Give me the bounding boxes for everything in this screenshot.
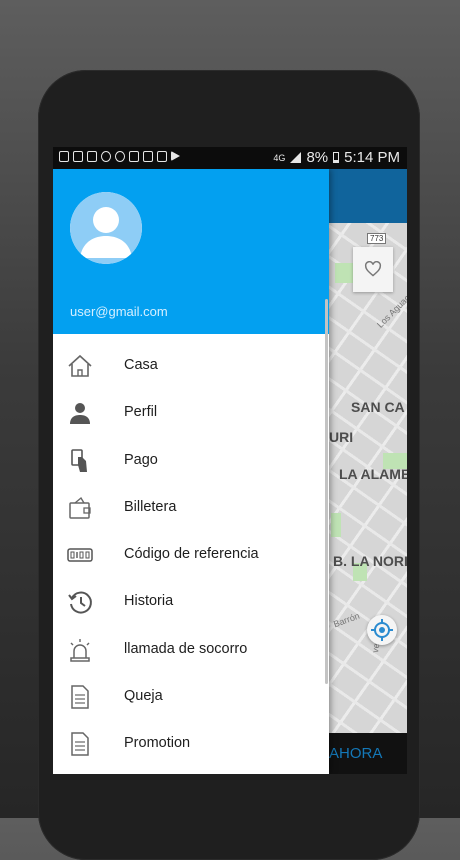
drawer-scrollbar[interactable] — [325, 299, 328, 684]
menu-label: llamada de socorro — [124, 640, 248, 657]
menu-item-promotion[interactable]: Promotion — [53, 720, 329, 767]
navigation-drawer: user@gmail.com Casa Perfil Pago Billeter… — [53, 169, 329, 774]
image-icon — [87, 151, 97, 162]
road-number-badge: 773 — [367, 233, 387, 244]
document-icon — [71, 732, 89, 757]
menu-item-codigo-referencia[interactable]: Código de referencia — [53, 531, 329, 578]
app-icon — [115, 151, 125, 162]
street-label: Barrón — [332, 610, 361, 630]
signal-icon — [290, 152, 302, 163]
menu-label: Promotion — [124, 735, 191, 752]
status-bar: 4G 8% 5:14 PM — [53, 147, 407, 169]
favorite-card[interactable] — [353, 247, 393, 292]
menu-item-llamada-socorro[interactable]: llamada de socorro — [53, 626, 329, 673]
avatar[interactable] — [70, 192, 142, 264]
history-icon — [68, 592, 92, 614]
menu-label: Casa — [124, 357, 158, 373]
gmail-icon — [157, 151, 167, 162]
user-avatar-icon — [70, 192, 142, 264]
my-location-button[interactable] — [367, 615, 397, 645]
person-icon — [70, 403, 90, 425]
notification-icon — [59, 151, 69, 162]
voicemail-icon — [129, 151, 139, 162]
notification-icons — [59, 151, 180, 162]
check-icon — [101, 151, 111, 162]
menu-label: Perfil — [124, 404, 158, 421]
menu-label: Historia — [124, 593, 174, 610]
request-now-button[interactable]: AHORA — [329, 745, 382, 762]
clock: 5:14 PM — [344, 149, 400, 166]
menu-item-casa[interactable]: Casa — [53, 342, 329, 389]
menu-item-billetera[interactable]: Billetera — [53, 484, 329, 531]
menu-label: Código de referencia — [124, 546, 259, 563]
referral-code-icon — [67, 548, 93, 562]
network-type: 4G — [273, 152, 286, 163]
menu-item-pago[interactable]: Pago — [53, 437, 329, 484]
payment-icon — [71, 448, 87, 472]
play-store-icon — [171, 151, 180, 161]
status-right: 4G 8% 5:14 PM — [273, 149, 400, 166]
menu-label: Queja — [124, 688, 163, 705]
menu-label: Billetera — [124, 498, 177, 515]
drawer-header: user@gmail.com — [53, 169, 329, 334]
map-label: SAN CA — [351, 399, 405, 415]
gmail-icon — [143, 151, 153, 162]
emergency-siren-icon — [70, 638, 90, 662]
home-icon — [68, 354, 92, 377]
menu-label: Pago — [124, 451, 158, 468]
heart-icon[interactable] — [364, 261, 382, 277]
map-label: LA ALAME — [339, 466, 407, 482]
battery-icon — [333, 152, 340, 163]
menu-item-queja[interactable]: Queja — [53, 673, 329, 720]
street-label: Los Aguacus — [375, 286, 407, 330]
map-label: B. LA NORIA — [333, 553, 407, 569]
document-icon — [71, 685, 89, 709]
menu-item-perfil[interactable]: Perfil — [53, 389, 329, 436]
wallet-icon — [69, 496, 91, 519]
mail-icon — [73, 151, 83, 162]
drawer-menu: Casa Perfil Pago Billetera Código de ref… — [53, 342, 329, 768]
device-screen: 4G 8% 5:14 PM SAN CA URI LA ALAME B. LA … — [53, 147, 407, 774]
user-email: user@gmail.com — [70, 304, 168, 319]
park-area — [331, 513, 341, 537]
park-area — [335, 263, 355, 283]
map-label: URI — [329, 429, 354, 445]
menu-item-historia[interactable]: Historia — [53, 578, 329, 625]
battery-percent: 8% — [306, 149, 329, 166]
my-location-icon — [371, 619, 393, 641]
